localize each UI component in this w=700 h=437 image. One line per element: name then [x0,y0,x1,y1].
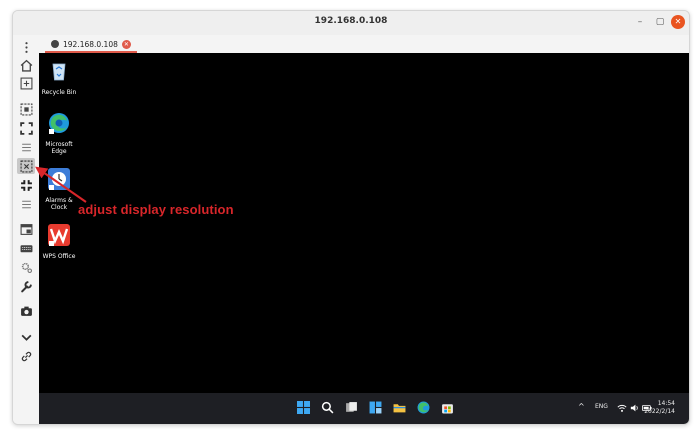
close-tab-icon[interactable]: ✕ [121,39,131,49]
speaker-icon[interactable] [630,403,640,413]
taskbar-clock[interactable]: 14:54 2022/2/14 [644,400,675,416]
desktop-icon-label: WPS Office [42,253,76,260]
windows-start-icon[interactable] [297,401,310,414]
remote-viewer-window: 192.168.0.108 – ▢ ✕ 192.168.0.108 ✕ Recy… [12,10,690,425]
clock-date: 2022/2/14 [644,408,675,415]
keyboard-icon[interactable] [17,240,35,256]
title-bar: 192.168.0.108 – ▢ ✕ [13,11,689,36]
connection-icon [51,40,59,48]
settings-icon[interactable] [17,259,35,275]
window-title: 192.168.0.108 [314,16,388,26]
home-icon[interactable] [17,57,35,73]
tray-chevron-icon[interactable]: ^ [578,402,585,411]
tab-label: 192.168.0.108 [63,39,118,49]
edge-icon [49,113,69,134]
desktop-icon-microsoft-edge[interactable]: Microsoft Edge [37,111,81,155]
wps-office-icon [48,224,70,246]
tab-connection[interactable]: 192.168.0.108 ✕ [45,37,137,53]
close-button[interactable]: ✕ [671,15,685,29]
wifi-icon[interactable] [617,403,627,413]
fullscreen-icon[interactable] [17,120,35,136]
desktop-icon-wps-office[interactable]: WPS Office [37,223,81,260]
wrench-icon[interactable] [17,278,35,294]
sidebar-toolbar [13,35,40,424]
clock-icon [48,168,70,190]
clock-time: 14:54 [657,400,675,407]
maximize-button[interactable]: ▢ [653,15,667,29]
desktop-icon-label: Alarms & Clock [45,197,73,211]
minimize-button[interactable]: – [633,15,647,29]
search-icon[interactable] [321,401,334,414]
link-icon[interactable] [17,348,35,364]
store-icon[interactable] [441,401,454,414]
annotation-label: adjust display resolution [78,202,234,217]
edge-icon[interactable] [417,401,430,414]
remote-desktop-screen[interactable]: Recycle Bin Microsoft Edge Alarms & Cloc… [39,53,689,393]
language-indicator[interactable]: ENG [595,403,608,410]
more-vert-icon[interactable] [17,39,35,55]
desktop-icon-recycle-bin[interactable]: Recycle Bin [37,59,81,96]
camera-icon[interactable] [17,303,35,319]
tab-bar: 192.168.0.108 ✕ [39,35,689,54]
desktop-icon-alarms-clock[interactable]: Alarms & Clock [37,167,81,211]
menu-lines-icon[interactable] [17,196,35,212]
desktop-icon-label: Microsoft Edge [45,141,73,155]
desktop-icon-label: Recycle Bin [41,89,77,96]
file-explorer-icon[interactable] [393,401,406,414]
fit-screen-icon[interactable] [17,101,35,117]
widgets-icon[interactable] [369,401,382,414]
windows-taskbar: ^ ENG 14:54 2022/2/14 [39,393,689,424]
chevron-down-icon[interactable] [17,329,35,345]
display-resolution-icon[interactable] [17,158,35,174]
actual-size-icon[interactable] [17,177,35,193]
add-window-icon[interactable] [17,75,35,91]
menu-lines-icon[interactable] [17,139,35,155]
task-view-icon[interactable] [345,401,358,414]
recycle-bin-icon [52,63,66,81]
window-mode-icon[interactable] [17,221,35,237]
